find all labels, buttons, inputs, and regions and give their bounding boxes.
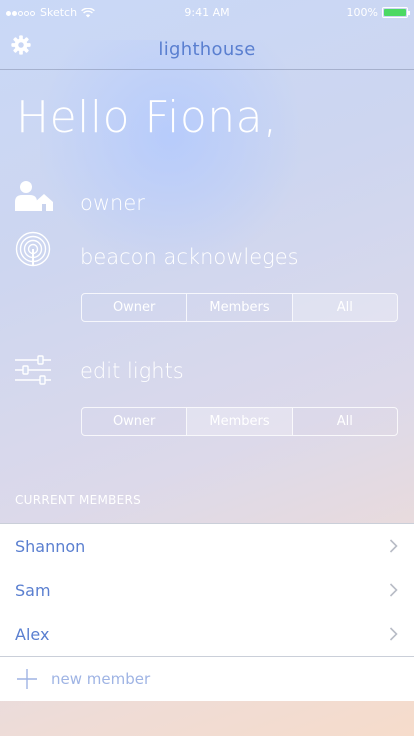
member-row-shannon[interactable]: Shannon (0, 524, 414, 568)
member-row-alex[interactable]: Alex (0, 612, 414, 656)
owner-home-icon (15, 181, 53, 211)
new-member-label: new member (51, 670, 151, 688)
navigation-bar: lighthouse (0, 24, 414, 70)
member-row-sam[interactable]: Sam (0, 568, 414, 612)
status-bar: Sketch 9:41 AM 100% (0, 0, 414, 24)
edit-lights-label: edit lights (80, 359, 184, 383)
sliders-icon (15, 355, 51, 385)
owner-label: owner (80, 191, 145, 215)
status-right: 100% (346, 6, 410, 19)
lights-option-members[interactable]: Members (187, 408, 293, 435)
chevron-right-icon (389, 583, 398, 597)
beacon-option-owner[interactable]: Owner (82, 294, 188, 321)
lights-option-owner[interactable]: Owner (82, 408, 188, 435)
beacon-option-members[interactable]: Members (187, 294, 293, 321)
background-glow (40, 40, 300, 280)
beacon-option-all[interactable]: All (292, 294, 397, 321)
lights-segmented-control: Owner Members All (81, 407, 398, 436)
chevron-right-icon (389, 627, 398, 641)
member-name: Alex (15, 625, 50, 644)
battery-icon (382, 7, 410, 18)
new-member-button[interactable]: new member (0, 656, 414, 701)
beacon-icon (15, 231, 51, 267)
chevron-right-icon (389, 539, 398, 553)
member-name: Shannon (15, 537, 86, 556)
beacon-segmented-control: Owner Members All (81, 293, 398, 322)
current-members-header: CURRENT MEMBERS (15, 493, 142, 507)
member-name: Sam (15, 581, 51, 600)
members-list: Shannon Sam Alex new member (0, 523, 414, 701)
lights-option-all[interactable]: All (293, 408, 397, 435)
greeting-heading: Hello Fiona, (16, 92, 278, 143)
app-title: lighthouse (158, 39, 256, 60)
beacon-label: beacon acknowleges (80, 245, 299, 269)
battery-percentage: 100% (346, 6, 378, 19)
plus-icon (17, 669, 37, 689)
